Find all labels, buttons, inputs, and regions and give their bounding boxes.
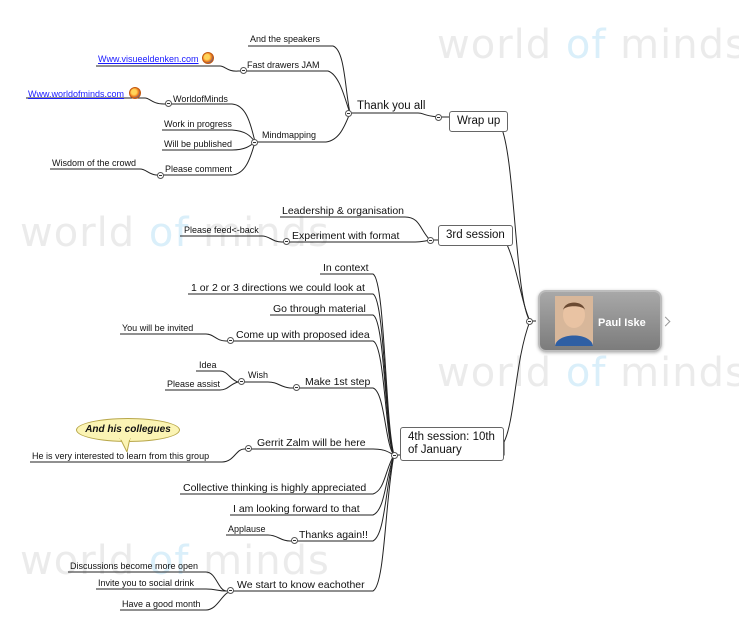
node-leadership[interactable]: Leadership & organisation bbox=[282, 206, 404, 217]
topic-3rd-session[interactable]: 3rd session bbox=[438, 225, 513, 247]
node-know-eachother[interactable]: We start to know eachother bbox=[237, 580, 365, 591]
collapse-icon[interactable] bbox=[345, 110, 352, 117]
connector bbox=[503, 320, 531, 443]
collapse-icon[interactable] bbox=[391, 452, 398, 459]
node-gerrit-zalm[interactable]: Gerrit Zalm will be here bbox=[257, 438, 366, 449]
collapse-icon[interactable] bbox=[251, 139, 258, 146]
node-will-be-published[interactable]: Will be published bbox=[164, 140, 232, 149]
link-visueeldenken[interactable]: Www.visueeldenken.com bbox=[98, 55, 199, 64]
firefox-icon[interactable] bbox=[129, 87, 141, 99]
firefox-icon[interactable] bbox=[202, 52, 214, 64]
connector bbox=[499, 232, 531, 322]
collapse-icon[interactable] bbox=[227, 587, 234, 594]
collapse-icon[interactable] bbox=[238, 378, 245, 385]
collapse-icon[interactable] bbox=[291, 537, 298, 544]
link-worldofminds[interactable]: Www.worldofminds.com bbox=[28, 90, 124, 99]
node-wish[interactable]: Wish bbox=[248, 371, 268, 380]
collapse-icon[interactable] bbox=[427, 237, 434, 244]
node-directions[interactable]: 1 or 2 or 3 directions we could look at bbox=[191, 283, 365, 294]
topic-label-line: 4th session: 10th bbox=[408, 431, 495, 443]
node-you-will-be-invited[interactable]: You will be invited bbox=[122, 324, 193, 333]
node-please-comment[interactable]: Please comment bbox=[165, 165, 232, 174]
node-proposed-idea[interactable]: Come up with proposed idea bbox=[236, 330, 370, 341]
node-experiment[interactable]: Experiment with format bbox=[292, 231, 399, 242]
portrait-photo bbox=[555, 296, 593, 346]
node-idea[interactable]: Idea bbox=[199, 361, 217, 370]
node-work-in-progress[interactable]: Work in progress bbox=[164, 120, 232, 129]
node-good-month[interactable]: Have a good month bbox=[122, 600, 201, 609]
connector bbox=[244, 381, 298, 389]
node-very-interested[interactable]: He is very interested to learn from this… bbox=[32, 452, 209, 461]
node-applause[interactable]: Applause bbox=[228, 525, 266, 534]
collapse-icon[interactable] bbox=[283, 238, 290, 245]
connector bbox=[50, 168, 162, 176]
node-go-through-material[interactable]: Go through material bbox=[273, 304, 366, 315]
collapse-icon[interactable] bbox=[157, 172, 164, 179]
node-and-the-speakers[interactable]: And the speakers bbox=[250, 35, 320, 44]
node-wisdom-of-the-crowd[interactable]: Wisdom of the crowd bbox=[52, 159, 136, 168]
connector bbox=[226, 534, 296, 542]
connector bbox=[120, 333, 232, 342]
connector bbox=[96, 65, 244, 72]
node-mindmapping[interactable]: Mindmapping bbox=[262, 131, 316, 140]
node-make-1st-step[interactable]: Make 1st step bbox=[305, 377, 370, 388]
connector bbox=[232, 454, 395, 592]
node-collective-thinking[interactable]: Collective thinking is highly appreciate… bbox=[183, 483, 366, 494]
connector bbox=[250, 448, 395, 456]
node-please-assist[interactable]: Please assist bbox=[167, 380, 220, 389]
connector bbox=[96, 588, 232, 592]
node-please-feedback[interactable]: Please feed<-back bbox=[184, 226, 259, 235]
central-topic[interactable]: Paul Iske bbox=[538, 290, 662, 352]
callout-tail bbox=[119, 438, 131, 452]
topic-label: Wrap up bbox=[457, 115, 501, 127]
collapse-icon[interactable] bbox=[165, 100, 172, 107]
node-in-context[interactable]: In context bbox=[323, 263, 369, 274]
topic-label: 3rd session bbox=[446, 229, 505, 241]
connector bbox=[180, 235, 288, 243]
node-thanks-again[interactable]: Thanks again!! bbox=[299, 530, 368, 541]
node-worldofminds[interactable]: WorldofMinds bbox=[173, 95, 228, 104]
connector bbox=[248, 45, 351, 114]
collapse-icon[interactable] bbox=[435, 114, 442, 121]
connector bbox=[350, 112, 439, 118]
connector bbox=[244, 70, 351, 114]
collapse-icon[interactable] bbox=[293, 384, 300, 391]
topic-4th-session[interactable]: 4th session: 10th of January bbox=[400, 427, 504, 462]
node-thank-you-all[interactable]: Thank you all bbox=[357, 100, 425, 113]
topic-wrap-up[interactable]: Wrap up bbox=[449, 111, 509, 133]
node-discussions-open[interactable]: Discussions become more open bbox=[70, 562, 198, 571]
central-topic-label: Paul Iske bbox=[598, 317, 646, 329]
collapse-icon[interactable] bbox=[240, 67, 247, 74]
collapse-icon[interactable] bbox=[245, 445, 252, 452]
node-looking-forward[interactable]: I am looking forward to that bbox=[233, 504, 360, 515]
collapse-icon[interactable] bbox=[526, 318, 533, 325]
collapse-icon[interactable] bbox=[227, 337, 234, 344]
connector bbox=[188, 293, 395, 456]
connector bbox=[499, 124, 531, 322]
person-icon bbox=[555, 296, 593, 346]
topic-label-line: of January bbox=[408, 444, 462, 457]
callout-text: And his collegues bbox=[85, 424, 171, 435]
node-fast-drawers[interactable]: Fast drawers JAM bbox=[247, 61, 320, 70]
node-social-drink[interactable]: Invite you to social drink bbox=[98, 579, 194, 588]
